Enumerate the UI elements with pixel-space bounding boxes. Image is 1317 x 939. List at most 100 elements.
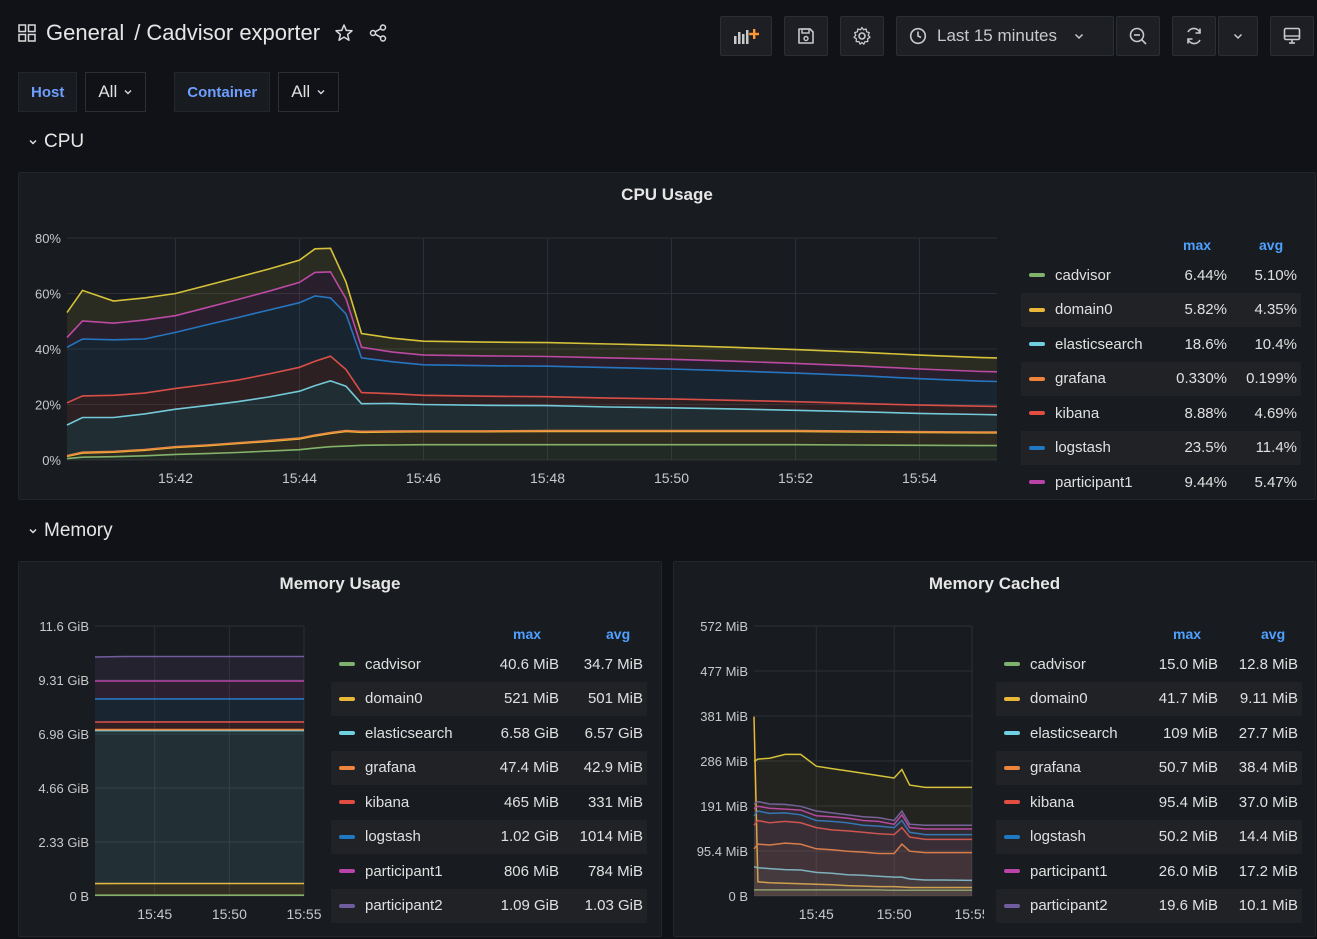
zoom-out-icon xyxy=(1129,27,1147,45)
memory-cached-legend: max avg cadvisor 15.0 MiB 12.8 MiB domain0 4… xyxy=(996,620,1302,930)
legend-avg-value: 17.2 MiB xyxy=(1238,862,1298,880)
legend-item-cadvisor[interactable]: cadvisor 15.0 MiB 12.8 MiB xyxy=(996,647,1302,681)
legend-avg-value: 37.0 MiB xyxy=(1238,793,1298,811)
legend-swatch xyxy=(339,696,355,701)
time-range-picker[interactable]: Last 15 minutes xyxy=(896,16,1114,56)
legend-max-value: 109 MiB xyxy=(1162,724,1218,742)
legend-avg-value: 10.1 MiB xyxy=(1238,897,1298,914)
x-tick-label: 15:55 xyxy=(954,906,984,922)
legend-series-name: participant1 xyxy=(1030,862,1108,880)
legend-series-name: domain0 xyxy=(1030,690,1088,707)
legend-max-value: 26.0 MiB xyxy=(1158,862,1218,880)
variable-value-container: All xyxy=(291,82,311,101)
x-tick-label: 15:55 xyxy=(286,906,321,922)
star-icon[interactable] xyxy=(334,23,354,43)
zoom-out-button[interactable] xyxy=(1116,16,1160,56)
series-area-participant1 xyxy=(95,681,304,699)
legend-max-value: 1.02 GiB xyxy=(500,828,559,845)
legend-item-participant1[interactable]: participant1 806 MiB 784 MiB xyxy=(331,854,647,888)
legend-item-grafana[interactable]: grafana 50.7 MiB 38.4 MiB xyxy=(996,750,1302,785)
legend-header-avg[interactable]: avg xyxy=(606,626,630,642)
x-tick-label: 15:50 xyxy=(877,906,912,922)
chevron-down-icon xyxy=(29,529,37,534)
legend-item-cadvisor[interactable]: cadvisor 6.44% 5.10% xyxy=(1021,258,1301,292)
x-tick-label: 15:42 xyxy=(158,470,193,486)
panel-memory-usage[interactable]: Memory Usage 11.6 GiB 9.31 GiB 6.98 GiB 4.6… xyxy=(18,561,662,937)
legend-series-name: elasticsearch xyxy=(365,724,453,742)
y-tick-label: 80% xyxy=(35,231,61,246)
series-line-participant2[interactable] xyxy=(94,655,304,658)
legend-series-name: kibana xyxy=(1055,404,1100,422)
legend-avg-value: 9.11 MiB xyxy=(1239,690,1298,707)
y-tick-label: 95.4 MiB xyxy=(697,844,748,859)
dashboard-title[interactable]: Cadvisor exporter xyxy=(146,20,320,46)
refresh-icon xyxy=(1187,27,1201,45)
legend-item-elasticsearch[interactable]: elasticsearch 109 MiB 27.7 MiB xyxy=(996,716,1302,750)
y-tick-label: 40% xyxy=(35,342,61,357)
legend-item-domain0[interactable]: domain0 5.82% 4.35% xyxy=(1021,292,1301,327)
y-tick-label: 2.33 GiB xyxy=(38,835,89,850)
row-title-cpu: CPU xyxy=(44,131,85,152)
legend-item-logstash[interactable]: logstash 23.5% 11.4% xyxy=(1021,430,1301,465)
legend-swatch xyxy=(1029,273,1045,277)
legend-item-kibana[interactable]: kibana 465 MiB 331 MiB xyxy=(331,785,647,819)
legend-header-avg[interactable]: avg xyxy=(1259,237,1283,253)
legend-item-participant2[interactable]: participant2 1.09 GiB 1.03 GiB xyxy=(331,888,647,923)
variable-select-host[interactable]: All xyxy=(85,72,147,112)
legend-avg-value: 0.199% xyxy=(1246,370,1297,387)
cpu-usage-chart[interactable]: 80% 60% 40% 20% 0% 15:42 15:44 15:46 15:48 15:50 1… xyxy=(19,173,1009,501)
add-panel-icon xyxy=(734,29,759,44)
y-tick-label: 11.6 GiB xyxy=(39,619,89,634)
legend-header-max[interactable]: max xyxy=(1183,237,1211,253)
legend-item-kibana[interactable]: kibana 95.4 MiB 37.0 MiB xyxy=(996,785,1302,819)
variable-select-container[interactable]: All xyxy=(278,72,340,112)
y-tick-label: 9.31 GiB xyxy=(38,673,89,688)
refresh-interval-dropdown[interactable] xyxy=(1218,16,1258,56)
tv-mode-button[interactable] xyxy=(1270,16,1314,56)
legend-header-max[interactable]: max xyxy=(1173,626,1201,642)
legend-header-avg[interactable]: avg xyxy=(1261,626,1285,642)
legend-item-domain0[interactable]: domain0 521 MiB 501 MiB xyxy=(331,681,647,716)
legend-item-logstash[interactable]: logstash 50.2 MiB 14.4 MiB xyxy=(996,819,1302,854)
save-dashboard-button[interactable] xyxy=(784,16,828,56)
legend-max-value: 40.6 MiB xyxy=(499,655,559,673)
legend-avg-value: 10.4% xyxy=(1254,335,1297,353)
legend-item-kibana[interactable]: kibana 8.88% 4.69% xyxy=(1021,396,1301,430)
legend-max-value: 6.44% xyxy=(1184,266,1227,284)
add-panel-button[interactable] xyxy=(720,16,772,56)
legend-item-cadvisor[interactable]: cadvisor 40.6 MiB 34.7 MiB xyxy=(331,647,647,681)
legend-item-participant2[interactable]: participant2 19.6 MiB 10.1 MiB xyxy=(996,888,1302,923)
row-header-cpu[interactable]: CPU xyxy=(28,131,84,153)
legend-item-elasticsearch[interactable]: elasticsearch 18.6% 10.4% xyxy=(1021,327,1301,361)
variable-label-host: Host xyxy=(18,72,78,112)
legend-series-name: cadvisor xyxy=(365,655,421,673)
folder-link[interactable]: General xyxy=(46,20,124,46)
share-icon[interactable] xyxy=(368,23,388,43)
legend-swatch xyxy=(339,800,355,804)
x-tick-label: 15:50 xyxy=(654,470,689,486)
series-area-elasticsearch xyxy=(95,730,304,884)
legend-item-participant1[interactable]: participant1 9.44% 5.47% xyxy=(1021,465,1301,499)
gear-icon xyxy=(853,26,871,45)
memory-cached-chart[interactable]: 572 MiB 477 MiB 381 MiB 286 MiB 191 MiB 95.4 … xyxy=(674,562,984,938)
legend-item-participant1[interactable]: participant1 26.0 MiB 17.2 MiB xyxy=(996,854,1302,888)
memory-usage-chart[interactable]: 11.6 GiB 9.31 GiB 6.98 GiB 4.66 GiB 2.33 GiB… xyxy=(19,562,329,938)
panel-memory-cached[interactable]: Memory Cached 572 MiB 477 MiB 381 MiB 286 M… xyxy=(673,561,1316,937)
panel-cpu-usage[interactable]: CPU Usage 80% 60% 40% 20% 0% 15:42 15:44 15:46 1… xyxy=(18,172,1316,500)
legend-swatch xyxy=(1004,765,1020,770)
refresh-button[interactable] xyxy=(1172,16,1216,56)
legend-item-grafana[interactable]: grafana 47.4 MiB 42.9 MiB xyxy=(331,750,647,785)
legend-header-max[interactable]: max xyxy=(513,626,541,642)
y-tick-label: 0% xyxy=(42,453,61,468)
legend-item-elasticsearch[interactable]: elasticsearch 6.58 GiB 6.57 GiB xyxy=(331,716,647,750)
legend-max-value: 8.88% xyxy=(1184,404,1227,422)
legend-item-logstash[interactable]: logstash 1.02 GiB 1014 MiB xyxy=(331,819,647,854)
variable-label-container: Container xyxy=(174,72,271,112)
legend-series-name: kibana xyxy=(1030,793,1075,811)
legend-series-name: participant1 xyxy=(1055,473,1133,491)
row-header-memory[interactable]: Memory xyxy=(28,520,113,542)
dashboard-settings-button[interactable] xyxy=(840,16,884,56)
top-bar: General / Cadvisor exporter Last 15 minu… xyxy=(0,0,1317,70)
legend-item-grafana[interactable]: grafana 0.330% 0.199% xyxy=(1021,361,1301,396)
legend-item-domain0[interactable]: domain0 41.7 MiB 9.11 MiB xyxy=(996,681,1302,716)
